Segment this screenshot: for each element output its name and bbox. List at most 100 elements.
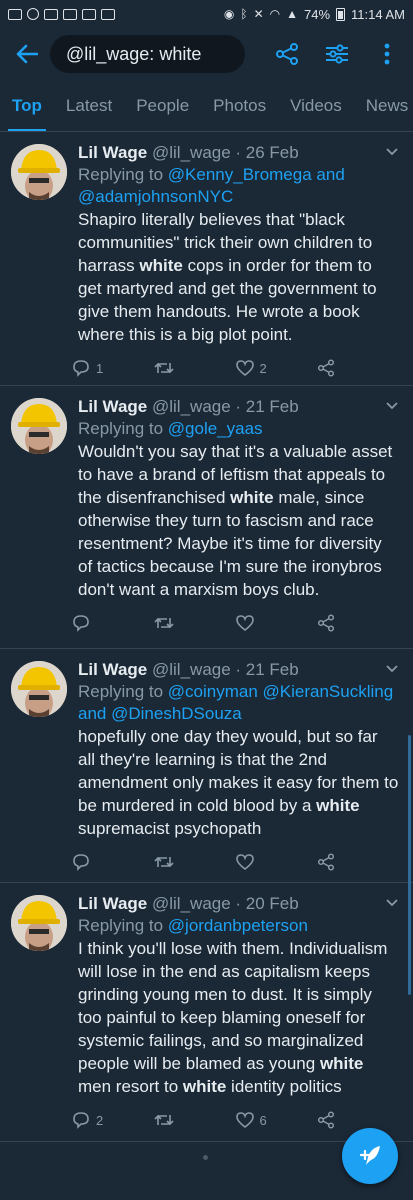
mention-link[interactable]: @coinyman: [168, 682, 258, 701]
highlighted-term: white: [316, 796, 360, 815]
share-icon: [318, 614, 335, 632]
mention-link[interactable]: @DineshDSouza: [111, 704, 242, 723]
reply-icon: [73, 615, 89, 632]
tweet[interactable]: Lil Wage @lil_wage · 26 Feb Replying to …: [0, 132, 413, 386]
filter-icon: [326, 44, 348, 64]
retweet-button[interactable]: [154, 854, 236, 870]
tweet[interactable]: Lil Wage @lil_wage · 21 Feb Replying to …: [0, 649, 413, 883]
tab-latest[interactable]: Latest: [54, 80, 124, 131]
messenger-icon: [27, 8, 39, 20]
chevron-down-icon[interactable]: [385, 144, 399, 158]
replying-label: Replying to: [78, 916, 168, 935]
avatar[interactable]: [11, 661, 67, 717]
replying-to: Replying to @gole_yaas: [78, 418, 399, 440]
filter-button[interactable]: [315, 32, 359, 76]
search-input[interactable]: @lil_wage: white: [50, 35, 245, 73]
wifi-icon: ◠: [269, 7, 281, 21]
tab-top[interactable]: Top: [0, 80, 54, 131]
back-button[interactable]: [6, 28, 48, 80]
gmail-icon: [63, 8, 77, 20]
tweet-text: Wouldn't you say that it's a valuable as…: [78, 442, 393, 599]
chevron-down-icon[interactable]: [385, 895, 399, 909]
like-button[interactable]: 2: [235, 360, 318, 376]
share-button[interactable]: [317, 1111, 399, 1129]
display-name[interactable]: Lil Wage: [78, 660, 147, 679]
avatar[interactable]: [11, 398, 67, 454]
signal-icon: ▲: [286, 7, 298, 21]
tweet[interactable]: Lil Wage @lil_wage · 20 Feb Replying to …: [0, 883, 413, 1142]
retweet-icon: [154, 617, 174, 629]
location-icon: ◉: [223, 7, 235, 21]
like-button[interactable]: [235, 615, 318, 631]
highlighted-term: white: [230, 488, 274, 507]
tweet-header: Lil Wage @lil_wage · 21 Feb: [78, 396, 399, 418]
like-count: 6: [259, 1112, 267, 1128]
reply-button[interactable]: [72, 853, 154, 871]
chevron-down-icon[interactable]: [385, 398, 399, 412]
replying-to: Replying to @Kenny_Bromega and @adamjohn…: [78, 164, 399, 208]
share-button[interactable]: [317, 359, 399, 377]
reply-icon: [73, 854, 89, 871]
tweet[interactable]: Lil Wage @lil_wage · 21 Feb Replying to …: [0, 386, 413, 649]
replying-label: Replying to: [78, 165, 168, 184]
notification-icons: [8, 8, 115, 20]
retweet-icon: [154, 1114, 174, 1126]
avatar[interactable]: [11, 895, 67, 951]
like-button[interactable]: 6: [235, 1112, 318, 1128]
like-icon: [235, 615, 254, 631]
tab-people[interactable]: People: [124, 80, 201, 131]
share-button[interactable]: [317, 853, 399, 871]
like-icon: [235, 360, 254, 376]
avatar[interactable]: [11, 144, 67, 200]
display-name[interactable]: Lil Wage: [78, 397, 147, 416]
back-arrow-icon: [16, 44, 38, 64]
tab-photos[interactable]: Photos: [201, 80, 278, 131]
highlighted-term: white: [319, 1054, 364, 1073]
more-options-button[interactable]: [365, 32, 409, 76]
retweet-icon: [154, 856, 174, 868]
like-count: 2: [259, 360, 267, 376]
compose-tweet-button[interactable]: [342, 1128, 398, 1184]
retweet-button[interactable]: [154, 360, 236, 376]
tab-videos[interactable]: Videos: [278, 80, 354, 131]
scrollbar[interactable]: [408, 735, 411, 995]
battery-icon: [336, 7, 346, 21]
tab-news[interactable]: News: [354, 80, 413, 131]
like-icon: [235, 1112, 254, 1128]
tweet-feed: Lil Wage @lil_wage · 26 Feb Replying to …: [0, 132, 413, 1142]
display-name[interactable]: Lil Wage: [78, 143, 147, 162]
status-bar: ◉ ᛒ ✕ ◠ ▲ 74% 11:14 AM: [0, 0, 413, 28]
share-button[interactable]: [317, 614, 399, 632]
tweet-header: Lil Wage @lil_wage · 20 Feb: [78, 893, 399, 915]
mention-link[interactable]: @adamjohnsonNYC: [78, 187, 233, 206]
battery-percent: 74%: [304, 6, 331, 22]
avatar-hardhat-icon: [11, 895, 67, 951]
replying-label: Replying to: [78, 682, 168, 701]
tweet-header: Lil Wage @lil_wage · 21 Feb: [78, 659, 399, 681]
like-button[interactable]: [235, 854, 318, 870]
clock: 11:14 AM: [351, 6, 405, 22]
tweet-text: Shapiro literally believes that "black c…: [78, 210, 377, 344]
mention-link[interactable]: @jordanbpeterson: [168, 916, 308, 935]
replying-to: Replying to @jordanbpeterson: [78, 915, 399, 937]
reply-button[interactable]: 2: [72, 1111, 154, 1129]
reply-count: 1: [96, 360, 104, 376]
retweet-button[interactable]: [154, 615, 236, 631]
compose-icon: [359, 1146, 380, 1165]
replying-label: Replying to: [78, 419, 168, 438]
mention-link[interactable]: @gole_yaas: [168, 419, 263, 438]
share-search-button[interactable]: [265, 32, 309, 76]
tweet-header: Lil Wage @lil_wage · 26 Feb: [78, 142, 399, 164]
handle-date: @lil_wage · 21 Feb: [152, 660, 299, 679]
tweet-text: hopefully one day they would, but so far…: [78, 727, 399, 838]
avatar-hardhat-icon: [11, 398, 67, 454]
reply-button[interactable]: 1: [72, 359, 154, 377]
highlighted-term: white: [139, 256, 183, 275]
page-indicator-dot: [203, 1155, 208, 1160]
mention-link[interactable]: @KieranSuckling: [263, 682, 394, 701]
chevron-down-icon[interactable]: [385, 661, 399, 675]
retweet-button[interactable]: [154, 1112, 236, 1128]
display-name[interactable]: Lil Wage: [78, 894, 147, 913]
mention-link[interactable]: @Kenny_Bromega: [168, 165, 312, 184]
reply-button[interactable]: [72, 614, 154, 632]
